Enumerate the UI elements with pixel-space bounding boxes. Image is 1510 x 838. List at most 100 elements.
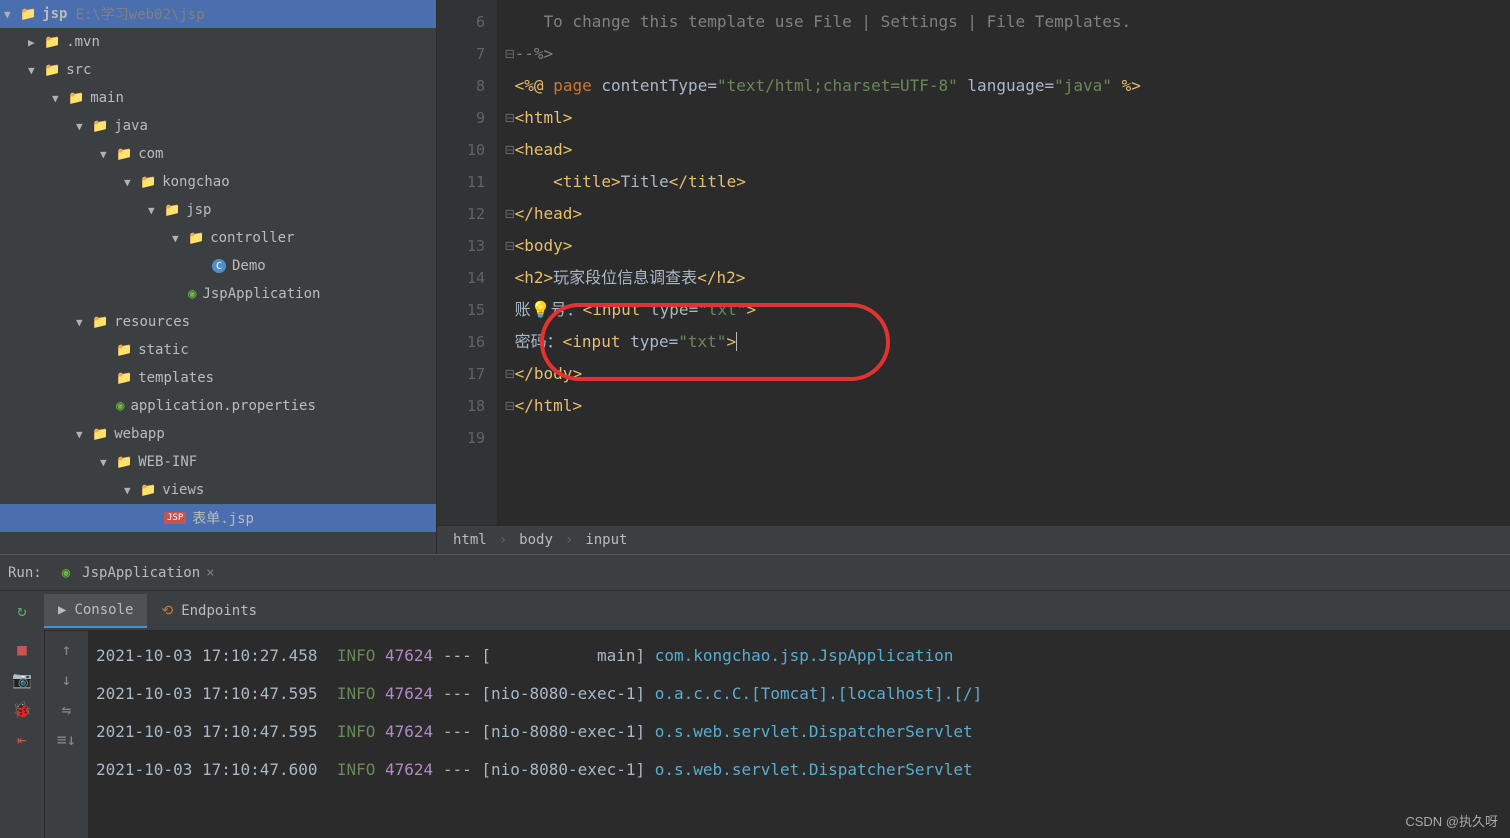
- tree-item[interactable]: 📁kongchao: [0, 168, 436, 196]
- expand-icon[interactable]: [76, 120, 88, 133]
- folder-icon: 📁: [116, 147, 132, 162]
- tree-item[interactable]: 📁templates: [0, 364, 436, 392]
- debug-button[interactable]: 🐞: [8, 695, 36, 723]
- breadcrumb-item[interactable]: body: [519, 532, 553, 548]
- tree-item[interactable]: 📁java: [0, 112, 436, 140]
- tree-root[interactable]: 📁 jsp E:\学习web02\jsp: [0, 0, 436, 28]
- tree-label: Demo: [232, 258, 266, 274]
- line-number: 19: [449, 422, 485, 454]
- tree-item[interactable]: 📁.mvn: [0, 28, 436, 56]
- soft-wrap-button[interactable]: ⇋: [53, 695, 81, 723]
- chevron-right-icon: ›: [565, 532, 573, 548]
- code-editor[interactable]: To change this template use File | Setti…: [497, 0, 1510, 525]
- project-tree[interactable]: 📁 jsp E:\学习web02\jsp 📁.mvn📁src📁main📁java…: [0, 0, 437, 554]
- line-number: 14: [449, 262, 485, 294]
- line-number: 8: [449, 70, 485, 102]
- breadcrumb-item[interactable]: html: [453, 532, 487, 548]
- editor-area: 6 7 8 9 10 11 12 13 14 15 16 17 18 19 To…: [437, 0, 1510, 554]
- expand-icon[interactable]: [148, 204, 160, 217]
- tree-item[interactable]: ◉JspApplication: [0, 280, 436, 308]
- tree-item[interactable]: 📁src: [0, 56, 436, 84]
- folder-icon: 📁: [140, 175, 156, 190]
- tree-item[interactable]: 📁views: [0, 476, 436, 504]
- expand-icon[interactable]: [172, 232, 184, 245]
- expand-icon[interactable]: [100, 456, 112, 469]
- folder-icon: 📁: [188, 231, 204, 246]
- tree-label: 表单.jsp: [192, 508, 254, 528]
- run-tool-window: Run: ◉ JspApplication × ↻ ▶ Console ⟲ En…: [0, 554, 1510, 838]
- expand-icon[interactable]: [76, 428, 88, 441]
- tree-item[interactable]: JSP表单.jsp: [0, 504, 436, 532]
- folder-icon: 📁: [20, 7, 36, 22]
- console-output[interactable]: 2021-10-03 17:10:27.458 INFO 47624 --- […: [88, 631, 1510, 838]
- folder-icon: 📁: [140, 483, 156, 498]
- log-line: 2021-10-03 17:10:47.595 INFO 47624 --- […: [96, 713, 1502, 751]
- scroll-down-button[interactable]: ↓: [53, 665, 81, 693]
- tree-label: com: [138, 146, 163, 162]
- tree-label: .mvn: [66, 34, 100, 50]
- expand-icon[interactable]: [100, 148, 112, 161]
- tree-item[interactable]: 📁 resources: [0, 308, 436, 336]
- line-number: 9: [449, 102, 485, 134]
- folder-icon: 📁: [92, 119, 108, 134]
- folder-icon: 📁: [68, 91, 84, 106]
- close-icon[interactable]: ×: [206, 565, 214, 581]
- tree-path: E:\学习web02\jsp: [75, 4, 204, 24]
- run-config-tab[interactable]: ◉ JspApplication ×: [54, 561, 223, 585]
- breadcrumb-item[interactable]: input: [585, 532, 627, 548]
- folder-icon: 📁: [92, 315, 108, 330]
- expand-icon[interactable]: [28, 36, 40, 49]
- tree-label: resources: [114, 314, 190, 330]
- expand-icon[interactable]: [124, 484, 136, 497]
- tree-label: application.properties: [130, 398, 315, 414]
- folder-icon: 📁: [116, 343, 132, 358]
- run-config-name: JspApplication: [82, 565, 200, 581]
- expand-icon[interactable]: [4, 8, 16, 21]
- line-number: 10: [449, 134, 485, 166]
- endpoints-tab[interactable]: ⟲ Endpoints: [147, 595, 271, 627]
- tree-item[interactable]: ◉application.properties: [0, 392, 436, 420]
- scroll-up-button[interactable]: ↑: [53, 635, 81, 663]
- watermark: CSDN @执久呀: [1405, 811, 1498, 830]
- tab-label: Endpoints: [181, 603, 257, 619]
- folder-icon: 📁: [116, 371, 132, 386]
- tree-item[interactable]: 📁 com: [0, 140, 436, 168]
- rerun-button[interactable]: ↻: [8, 597, 36, 625]
- tree-item[interactable]: 📁main: [0, 84, 436, 112]
- tree-item[interactable]: 📁 static: [0, 336, 436, 364]
- line-number: 15: [449, 294, 485, 326]
- tree-item[interactable]: 📁webapp: [0, 420, 436, 448]
- folder-icon: 📁: [44, 63, 60, 78]
- folder-icon: 📁: [116, 455, 132, 470]
- tree-label: WEB-INF: [138, 454, 197, 470]
- tree-label: jsp: [186, 202, 211, 218]
- intention-bulb-icon[interactable]: 💡: [531, 300, 551, 319]
- tree-item[interactable]: 📁jsp: [0, 196, 436, 224]
- tree-label: static: [138, 342, 189, 358]
- run-toolbar-right: ↑ ↓ ⇋ ≡↓: [44, 631, 88, 838]
- breadcrumb[interactable]: html › body › input: [437, 525, 1510, 554]
- tree-label: controller: [210, 230, 294, 246]
- expand-icon[interactable]: [52, 92, 64, 105]
- run-label: Run:: [8, 565, 42, 581]
- tree-item[interactable]: 📁 controller: [0, 224, 436, 252]
- tree-item[interactable]: C Demo: [0, 252, 436, 280]
- line-number: 16: [449, 326, 485, 358]
- endpoints-icon: ⟲: [161, 603, 173, 619]
- spring-icon: ◉: [62, 565, 70, 581]
- dump-threads-button[interactable]: 📷: [8, 665, 36, 693]
- tab-label: Console: [74, 602, 133, 618]
- console-tab[interactable]: ▶ Console: [44, 594, 147, 628]
- line-number: 13: [449, 230, 485, 262]
- expand-icon[interactable]: [76, 316, 88, 329]
- line-gutter[interactable]: 6 7 8 9 10 11 12 13 14 15 16 17 18 19: [437, 0, 497, 525]
- tree-item[interactable]: 📁 WEB-INF: [0, 448, 436, 476]
- expand-icon[interactable]: [28, 64, 40, 77]
- tree-label: JspApplication: [202, 286, 320, 302]
- log-line: 2021-10-03 17:10:27.458 INFO 47624 --- […: [96, 637, 1502, 675]
- class-icon: C: [212, 259, 226, 273]
- stop-button[interactable]: ■: [8, 635, 36, 663]
- expand-icon[interactable]: [124, 176, 136, 189]
- scroll-to-end-button[interactable]: ≡↓: [53, 725, 81, 753]
- exit-button[interactable]: ⇤: [8, 725, 36, 753]
